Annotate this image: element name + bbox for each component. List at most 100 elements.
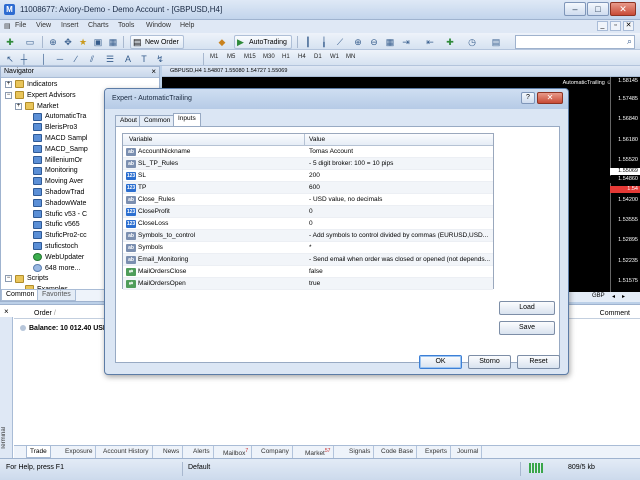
tree-expander-icon[interactable]: + bbox=[5, 81, 12, 88]
save-button[interactable]: Save bbox=[499, 321, 555, 335]
close-button[interactable]: ✕ bbox=[610, 2, 636, 16]
search-icon[interactable]: ⌕ bbox=[627, 36, 632, 47]
navigator-close-icon[interactable]: × bbox=[151, 67, 156, 76]
parameter-row[interactable]: ab Symbols * bbox=[123, 242, 493, 254]
comment-column-header[interactable]: Comment bbox=[600, 310, 630, 317]
text-icon[interactable]: A bbox=[122, 53, 134, 65]
timeframe-d1[interactable]: D1 bbox=[314, 54, 322, 60]
navigator-item[interactable]: Monitoring bbox=[33, 165, 78, 176]
tree-expander-icon[interactable]: − bbox=[5, 275, 12, 283]
periods-icon[interactable]: ◷ bbox=[466, 36, 478, 48]
menu-insert[interactable]: Insert bbox=[61, 22, 79, 29]
mdi-restore-button[interactable]: ▫ bbox=[610, 21, 621, 31]
timeframe-m15[interactable]: M15 bbox=[244, 54, 256, 60]
dialog-help-button[interactable]: ? bbox=[521, 92, 535, 104]
ok-button[interactable]: OK bbox=[419, 355, 462, 369]
menu-file[interactable]: File bbox=[15, 22, 26, 29]
parameter-value[interactable]: 200 bbox=[309, 172, 491, 179]
parameter-value[interactable]: 0 bbox=[309, 208, 491, 215]
navigator-item[interactable]: AutomaticTra bbox=[33, 111, 86, 122]
tab-favorites[interactable]: Favorites bbox=[37, 290, 76, 301]
dialog-close-button[interactable]: ✕ bbox=[537, 92, 563, 104]
tab-about[interactable]: About bbox=[115, 115, 142, 126]
terminal-tab[interactable]: Alerts bbox=[190, 446, 214, 458]
chart-tab-next-icon[interactable]: ▸ bbox=[622, 293, 625, 300]
profiles-icon[interactable]: ▭ bbox=[24, 36, 36, 48]
navigator-item[interactable]: WebUpdater bbox=[33, 252, 84, 263]
navigator-item[interactable]: BlerisPro3 bbox=[33, 122, 77, 133]
terminal-tab[interactable]: Trade bbox=[26, 446, 51, 458]
parameter-row[interactable]: 123 CloseProfit 0 bbox=[123, 206, 493, 218]
tab-inputs[interactable]: Inputs bbox=[173, 113, 201, 126]
arrows-icon[interactable]: ↯ bbox=[154, 53, 166, 65]
parameter-value[interactable]: false bbox=[309, 268, 491, 275]
navigator-item[interactable]: ShadowWate bbox=[33, 198, 86, 209]
order-column-header[interactable]: Order / bbox=[34, 310, 56, 317]
parameter-row[interactable]: 123 CloseLoss 0 bbox=[123, 218, 493, 230]
tab-common[interactable]: Common bbox=[139, 115, 176, 126]
chart-shift-icon[interactable]: ⇤ bbox=[424, 36, 436, 48]
chart-tab-gbp[interactable]: GBP bbox=[592, 293, 605, 299]
navigator-item[interactable]: Stufic v53 - C bbox=[33, 209, 87, 220]
tree-expander-icon[interactable]: − bbox=[5, 91, 12, 99]
menu-tools[interactable]: Tools bbox=[118, 22, 134, 29]
navigator-item[interactable]: Stufic v565 bbox=[33, 219, 80, 230]
trendline-icon[interactable]: ∕ bbox=[70, 53, 82, 65]
horizontal-line-icon[interactable]: ─ bbox=[54, 53, 66, 65]
equidistant-channel-icon[interactable]: ⫽ bbox=[86, 53, 98, 65]
market-watch-icon[interactable]: ⊕ bbox=[47, 36, 59, 48]
parameter-row[interactable]: 123 SL 200 bbox=[123, 170, 493, 182]
terminal-tab[interactable]: News bbox=[160, 446, 184, 458]
reset-button[interactable]: Reset bbox=[517, 355, 560, 369]
timeframe-w1[interactable]: W1 bbox=[330, 54, 339, 60]
parameter-row[interactable]: ab SL_TP_Rules - 5 digit broker: 100 = 10 … bbox=[123, 158, 493, 170]
parameter-value[interactable]: true bbox=[309, 280, 491, 287]
mdi-close-button[interactable]: ✕ bbox=[623, 21, 634, 31]
terminal-icon[interactable]: ▣ bbox=[92, 36, 104, 48]
terminal-tab[interactable]: Code Base bbox=[378, 446, 418, 458]
navigator-item[interactable]: Indicators bbox=[15, 79, 57, 90]
timeframe-h4[interactable]: H4 bbox=[298, 54, 306, 60]
timeframe-m1[interactable]: M1 bbox=[210, 54, 218, 60]
crosshair-icon[interactable]: ┼ bbox=[18, 53, 30, 65]
parameter-value[interactable]: - Send email when order was closed or op… bbox=[309, 256, 491, 263]
value-column-header[interactable]: Value bbox=[309, 136, 325, 143]
navigator-item[interactable]: stuficstoch bbox=[33, 241, 78, 252]
cursor-icon[interactable]: ↖ bbox=[4, 53, 16, 65]
terminal-tab[interactable]: Signals bbox=[346, 446, 375, 458]
tile-windows-icon[interactable]: ▦ bbox=[384, 36, 396, 48]
mdi-minimize-button[interactable]: _ bbox=[597, 21, 608, 31]
menu-window[interactable]: Window bbox=[146, 22, 171, 29]
navigator-item[interactable]: MilleniumOr bbox=[33, 155, 82, 166]
text-label-icon[interactable]: T bbox=[138, 53, 150, 65]
terminal-close-icon[interactable]: × bbox=[4, 307, 9, 316]
candlestick-icon[interactable]: ╽ bbox=[318, 36, 330, 48]
navigator-icon[interactable]: ★ bbox=[77, 36, 89, 48]
maximize-button[interactable]: □ bbox=[587, 2, 609, 16]
data-window-icon[interactable]: ✥ bbox=[62, 36, 74, 48]
parameter-row[interactable]: ⇄ MailOrdersClose false bbox=[123, 266, 493, 278]
parameter-value[interactable]: - Add symbols to control divided by comm… bbox=[309, 232, 491, 239]
parameter-value[interactable]: * bbox=[309, 244, 491, 251]
navigator-item[interactable]: Market bbox=[25, 101, 58, 112]
strategy-tester-icon[interactable]: ▦ bbox=[107, 36, 119, 48]
tree-expander-icon[interactable]: + bbox=[15, 102, 22, 110]
navigator-item[interactable]: ShadowTrad bbox=[33, 187, 84, 198]
parameter-row[interactable]: ⇄ MailOrdersOpen true bbox=[123, 278, 493, 290]
navigator-item[interactable]: 648 more... bbox=[33, 263, 80, 274]
zoom-in-icon[interactable]: ⊕ bbox=[352, 36, 364, 48]
navigator-item[interactable]: StuficPro2-cc bbox=[33, 230, 87, 241]
navigator-item[interactable]: Expert Advisors bbox=[15, 90, 76, 101]
load-button[interactable]: Load bbox=[499, 301, 555, 315]
new-chart-icon[interactable]: ✚ bbox=[4, 36, 16, 48]
line-chart-icon[interactable]: ⟋ bbox=[334, 36, 346, 48]
vertical-line-icon[interactable]: │ bbox=[38, 53, 50, 65]
autotrading-button[interactable]: ▶ AutoTrading bbox=[234, 35, 292, 49]
fibonacci-icon[interactable]: ☰ bbox=[104, 53, 116, 65]
terminal-tab[interactable]: Journal bbox=[454, 446, 483, 458]
terminal-tab[interactable]: Experts bbox=[422, 446, 452, 458]
minimize-button[interactable]: – bbox=[564, 2, 586, 16]
navigator-item[interactable]: MACD Sampl bbox=[33, 133, 87, 144]
templates-icon[interactable]: ▤ bbox=[490, 36, 502, 48]
timeframe-m5[interactable]: M5 bbox=[227, 54, 235, 60]
